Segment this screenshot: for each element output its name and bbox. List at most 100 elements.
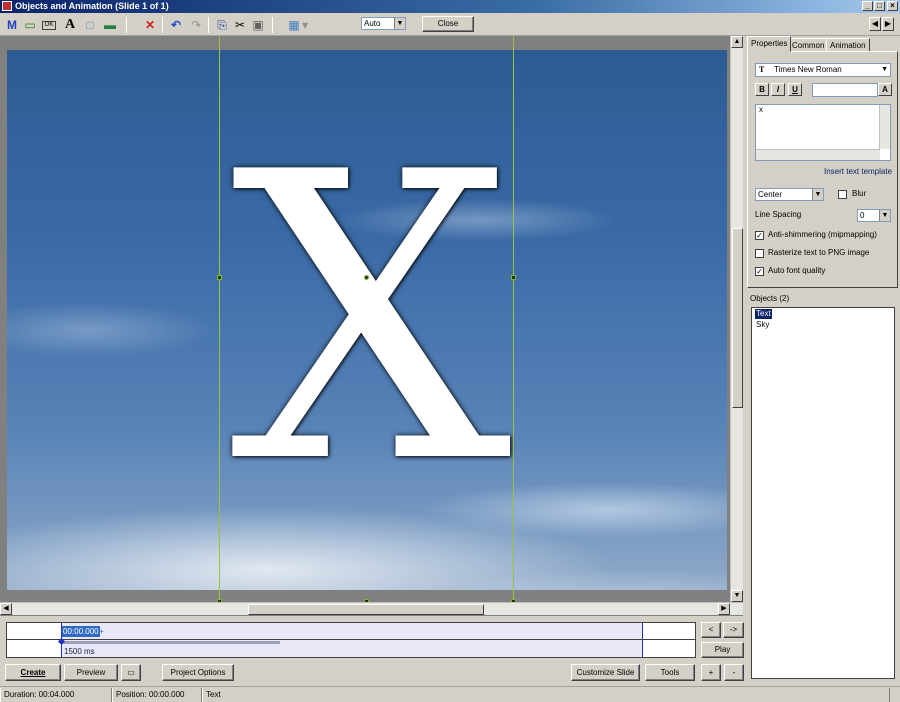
timeline-plus-marker[interactable]: + — [99, 626, 104, 637]
grid-dropdown-icon[interactable]: ▾ — [300, 17, 310, 33]
add-image-icon[interactable]: ▬ — [102, 17, 118, 33]
underline-button[interactable]: U — [788, 83, 802, 96]
timeline[interactable]: 00:00.000 + 1500 ms — [6, 622, 696, 658]
tab-animation[interactable]: Animation — [826, 38, 870, 52]
undo-icon[interactable]: ↶ — [168, 17, 184, 33]
selection-guide-left — [219, 36, 220, 602]
text-content-area[interactable]: x — [755, 104, 891, 161]
preview-button[interactable]: Preview — [64, 664, 118, 681]
close-window-button[interactable]: × — [887, 1, 898, 11]
list-item[interactable]: Text — [755, 309, 772, 319]
add-text-m-icon[interactable]: M — [4, 17, 20, 33]
tab-properties[interactable]: Properties — [747, 36, 792, 52]
timeline-ruler — [7, 623, 695, 640]
anti-shimmering-checkbox[interactable]: ✓ — [755, 231, 764, 240]
timeline-next-button[interactable]: -> — [723, 622, 744, 638]
zoom-select[interactable]: Auto ▼ — [361, 17, 406, 30]
title-bar: Objects and Animation (Slide 1 of 1) _ □… — [0, 0, 900, 13]
alignment-select[interactable]: Center ▼ — [755, 188, 824, 201]
zoom-out-button[interactable]: - — [724, 664, 744, 681]
zoom-in-button[interactable]: + — [701, 664, 721, 681]
minimize-button[interactable]: _ — [862, 1, 873, 11]
maximize-button[interactable]: □ — [874, 1, 885, 11]
objects-list[interactable]: Text Sky — [751, 307, 895, 679]
font-name: Times New Roman — [774, 65, 842, 74]
chevron-down-icon: ▼ — [881, 66, 888, 73]
toolbar-separator — [208, 17, 209, 33]
rasterize-checkbox[interactable] — [755, 249, 764, 258]
preview-window-button[interactable]: ▭ — [121, 664, 141, 681]
add-frame-icon[interactable]: □ — [82, 17, 98, 33]
vertical-scrollbar[interactable]: ▲ ▼ — [730, 36, 743, 602]
auto-font-quality-label: Auto font quality — [768, 266, 826, 275]
resize-handle-left[interactable] — [217, 275, 222, 280]
auto-font-quality-checkbox[interactable]: ✓ — [755, 267, 764, 276]
bold-button[interactable]: B — [755, 83, 769, 96]
timeline-position[interactable]: 00:00.000 — [62, 626, 100, 637]
chevron-down-icon: ▼ — [394, 18, 405, 29]
text-content: x — [759, 105, 763, 114]
add-text-a-icon[interactable]: A — [62, 17, 78, 33]
copy-icon[interactable]: ⎘ — [214, 17, 230, 33]
scroll-right-icon[interactable]: ▶ — [718, 603, 730, 615]
status-duration: Duration: 00:04.000 — [0, 688, 112, 702]
font-select[interactable]: T Times New Roman ▼ — [755, 63, 891, 77]
text-area-hscroll[interactable] — [756, 149, 880, 160]
status-position: Position: 00:00.000 — [112, 688, 202, 702]
horizontal-scroll-thumb[interactable] — [248, 604, 484, 615]
tools-button[interactable]: Tools — [645, 664, 695, 681]
timeline-duration-bar[interactable] — [62, 641, 280, 644]
properties-panel: T Times New Roman ▼ B I U A x Insert tex… — [747, 51, 898, 288]
redo-icon[interactable]: ↷ — [188, 17, 204, 33]
add-button-icon[interactable]: OK — [42, 21, 56, 30]
next-slide-button[interactable]: ▶ — [882, 17, 894, 31]
rotation-handle[interactable] — [364, 275, 369, 280]
cut-icon[interactable]: ✂ — [232, 17, 248, 33]
list-item[interactable]: Sky — [755, 320, 770, 330]
insert-text-template-link[interactable]: Insert text template — [824, 167, 892, 176]
toolbar-separator — [126, 17, 127, 33]
vertical-scroll-thumb[interactable] — [732, 228, 743, 408]
close-button[interactable]: Close — [422, 16, 474, 32]
timeline-prev-button[interactable]: < — [701, 622, 721, 638]
blur-label: Blur — [852, 189, 867, 198]
font-icon: T — [759, 65, 765, 74]
window-icon: ▭ — [127, 668, 135, 677]
customize-slide-button[interactable]: Customize Slide — [571, 664, 640, 681]
text-color-field[interactable] — [812, 83, 878, 97]
status-bar: Duration: 00:04.000 Position: 00:00.000 … — [0, 686, 900, 702]
play-button[interactable]: Play — [701, 642, 744, 658]
horizontal-scrollbar[interactable]: ◀ ▶ — [0, 602, 743, 615]
scroll-up-icon[interactable]: ▲ — [731, 36, 743, 48]
canvas-area: X ▲ ▼ ◀ ▶ — [0, 36, 743, 616]
italic-button[interactable]: I — [771, 83, 785, 96]
toolbar: M ▭ OK A □ ▬ ✕ ↶ ↷ ⎘ ✂ ▣ ▦ ▾ Auto ▼ Clos… — [0, 14, 900, 36]
text-area-vscroll[interactable] — [879, 105, 890, 149]
paste-icon[interactable]: ▣ — [250, 17, 266, 33]
line-spacing-select[interactable]: 0 ▼ — [857, 209, 891, 222]
toolbar-separator — [272, 17, 273, 33]
add-rectangle-icon[interactable]: ▭ — [22, 17, 38, 33]
toolbar-separator — [162, 17, 163, 33]
line-spacing-label: Line Spacing — [755, 210, 802, 219]
text-object[interactable]: X — [223, 122, 519, 518]
tab-common[interactable]: Common — [788, 38, 829, 52]
create-button[interactable]: Create — [5, 664, 61, 681]
chevron-down-icon: ▼ — [812, 189, 823, 200]
app-icon — [2, 1, 12, 11]
project-options-button[interactable]: Project Options — [162, 664, 234, 681]
scroll-left-icon[interactable]: ◀ — [0, 603, 12, 615]
status-selected-object: Text — [202, 688, 890, 702]
objects-label: Objects (2) — [750, 294, 790, 303]
rasterize-label: Rasterize text to PNG image — [768, 248, 870, 257]
chevron-down-icon: ▼ — [879, 210, 890, 221]
text-color-button[interactable]: A — [878, 83, 892, 96]
resize-handle-right[interactable] — [511, 275, 516, 280]
scroll-down-icon[interactable]: ▼ — [731, 590, 743, 602]
previous-slide-button[interactable]: ◀ — [869, 17, 881, 31]
line-spacing-value: 0 — [860, 211, 865, 220]
selection-guide-right — [513, 36, 514, 602]
blur-checkbox[interactable] — [838, 190, 847, 199]
sky-image[interactable]: X — [7, 50, 727, 590]
delete-icon[interactable]: ✕ — [142, 17, 158, 33]
